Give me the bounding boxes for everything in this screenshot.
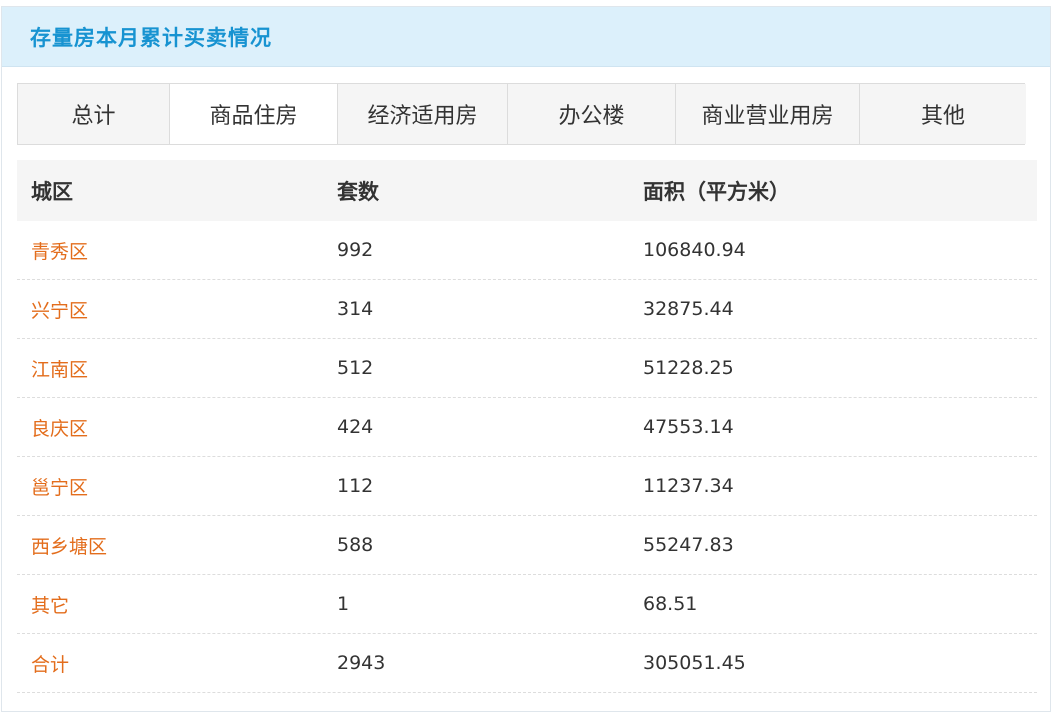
district-link[interactable]: 青秀区 — [17, 237, 323, 264]
district-link[interactable]: 西乡塘区 — [17, 532, 323, 559]
district-link[interactable]: 其它 — [17, 591, 323, 618]
units-cell: 1 — [337, 593, 350, 615]
tab-commercial-business[interactable]: 商业营业用房 — [676, 84, 860, 144]
panel-title: 存量房本月累计买卖情况 — [30, 25, 272, 50]
column-header-district: 城区 — [31, 179, 73, 204]
district-link[interactable]: 良庆区 — [17, 414, 323, 441]
table-row: 青秀区 992 106840.94 — [17, 221, 1037, 280]
table-row: 江南区 512 51228.25 — [17, 339, 1037, 398]
units-cell: 2943 — [337, 652, 386, 674]
area-cell: 106840.94 — [643, 239, 746, 261]
tab-other[interactable]: 其他 — [860, 84, 1026, 144]
area-cell: 55247.83 — [643, 534, 734, 556]
table-header-row: 城区 套数 面积（平方米） — [17, 160, 1037, 221]
area-cell: 68.51 — [643, 593, 698, 615]
stock-housing-panel: 存量房本月累计买卖情况 总计 商品住房 经济适用房 办公楼 商业营业用房 其他 … — [1, 6, 1051, 712]
tab-total[interactable]: 总计 — [18, 84, 170, 144]
area-cell: 305051.45 — [643, 652, 746, 674]
units-cell: 512 — [337, 357, 374, 379]
category-tabs: 总计 商品住房 经济适用房 办公楼 商业营业用房 其他 — [17, 83, 1026, 145]
district-link[interactable]: 兴宁区 — [17, 296, 323, 323]
units-cell: 588 — [337, 534, 374, 556]
panel-header: 存量房本月累计买卖情况 — [2, 7, 1050, 67]
district-link[interactable]: 邕宁区 — [17, 473, 323, 500]
table-row: 邕宁区 112 11237.34 — [17, 457, 1037, 516]
district-link[interactable]: 江南区 — [17, 355, 323, 382]
units-cell: 992 — [337, 239, 374, 261]
sales-table: 城区 套数 面积（平方米） 青秀区 992 106840.94 兴宁区 314 … — [17, 160, 1037, 693]
units-cell: 112 — [337, 475, 374, 497]
area-cell: 47553.14 — [643, 416, 734, 438]
area-cell: 11237.34 — [643, 475, 734, 497]
area-cell: 32875.44 — [643, 298, 734, 320]
tab-commercial-housing[interactable]: 商品住房 — [170, 84, 338, 144]
table-row-total: 合计 2943 305051.45 — [17, 634, 1037, 693]
column-header-units: 套数 — [337, 179, 379, 204]
units-cell: 424 — [337, 416, 374, 438]
area-cell: 51228.25 — [643, 357, 734, 379]
table-row: 其它 1 68.51 — [17, 575, 1037, 634]
tab-office[interactable]: 办公楼 — [508, 84, 676, 144]
table-row: 西乡塘区 588 55247.83 — [17, 516, 1037, 575]
units-cell: 314 — [337, 298, 374, 320]
column-header-area: 面积（平方米） — [643, 179, 790, 204]
table-row: 兴宁区 314 32875.44 — [17, 280, 1037, 339]
tab-affordable-housing[interactable]: 经济适用房 — [338, 84, 508, 144]
table-row: 良庆区 424 47553.14 — [17, 398, 1037, 457]
district-link[interactable]: 合计 — [17, 650, 323, 677]
